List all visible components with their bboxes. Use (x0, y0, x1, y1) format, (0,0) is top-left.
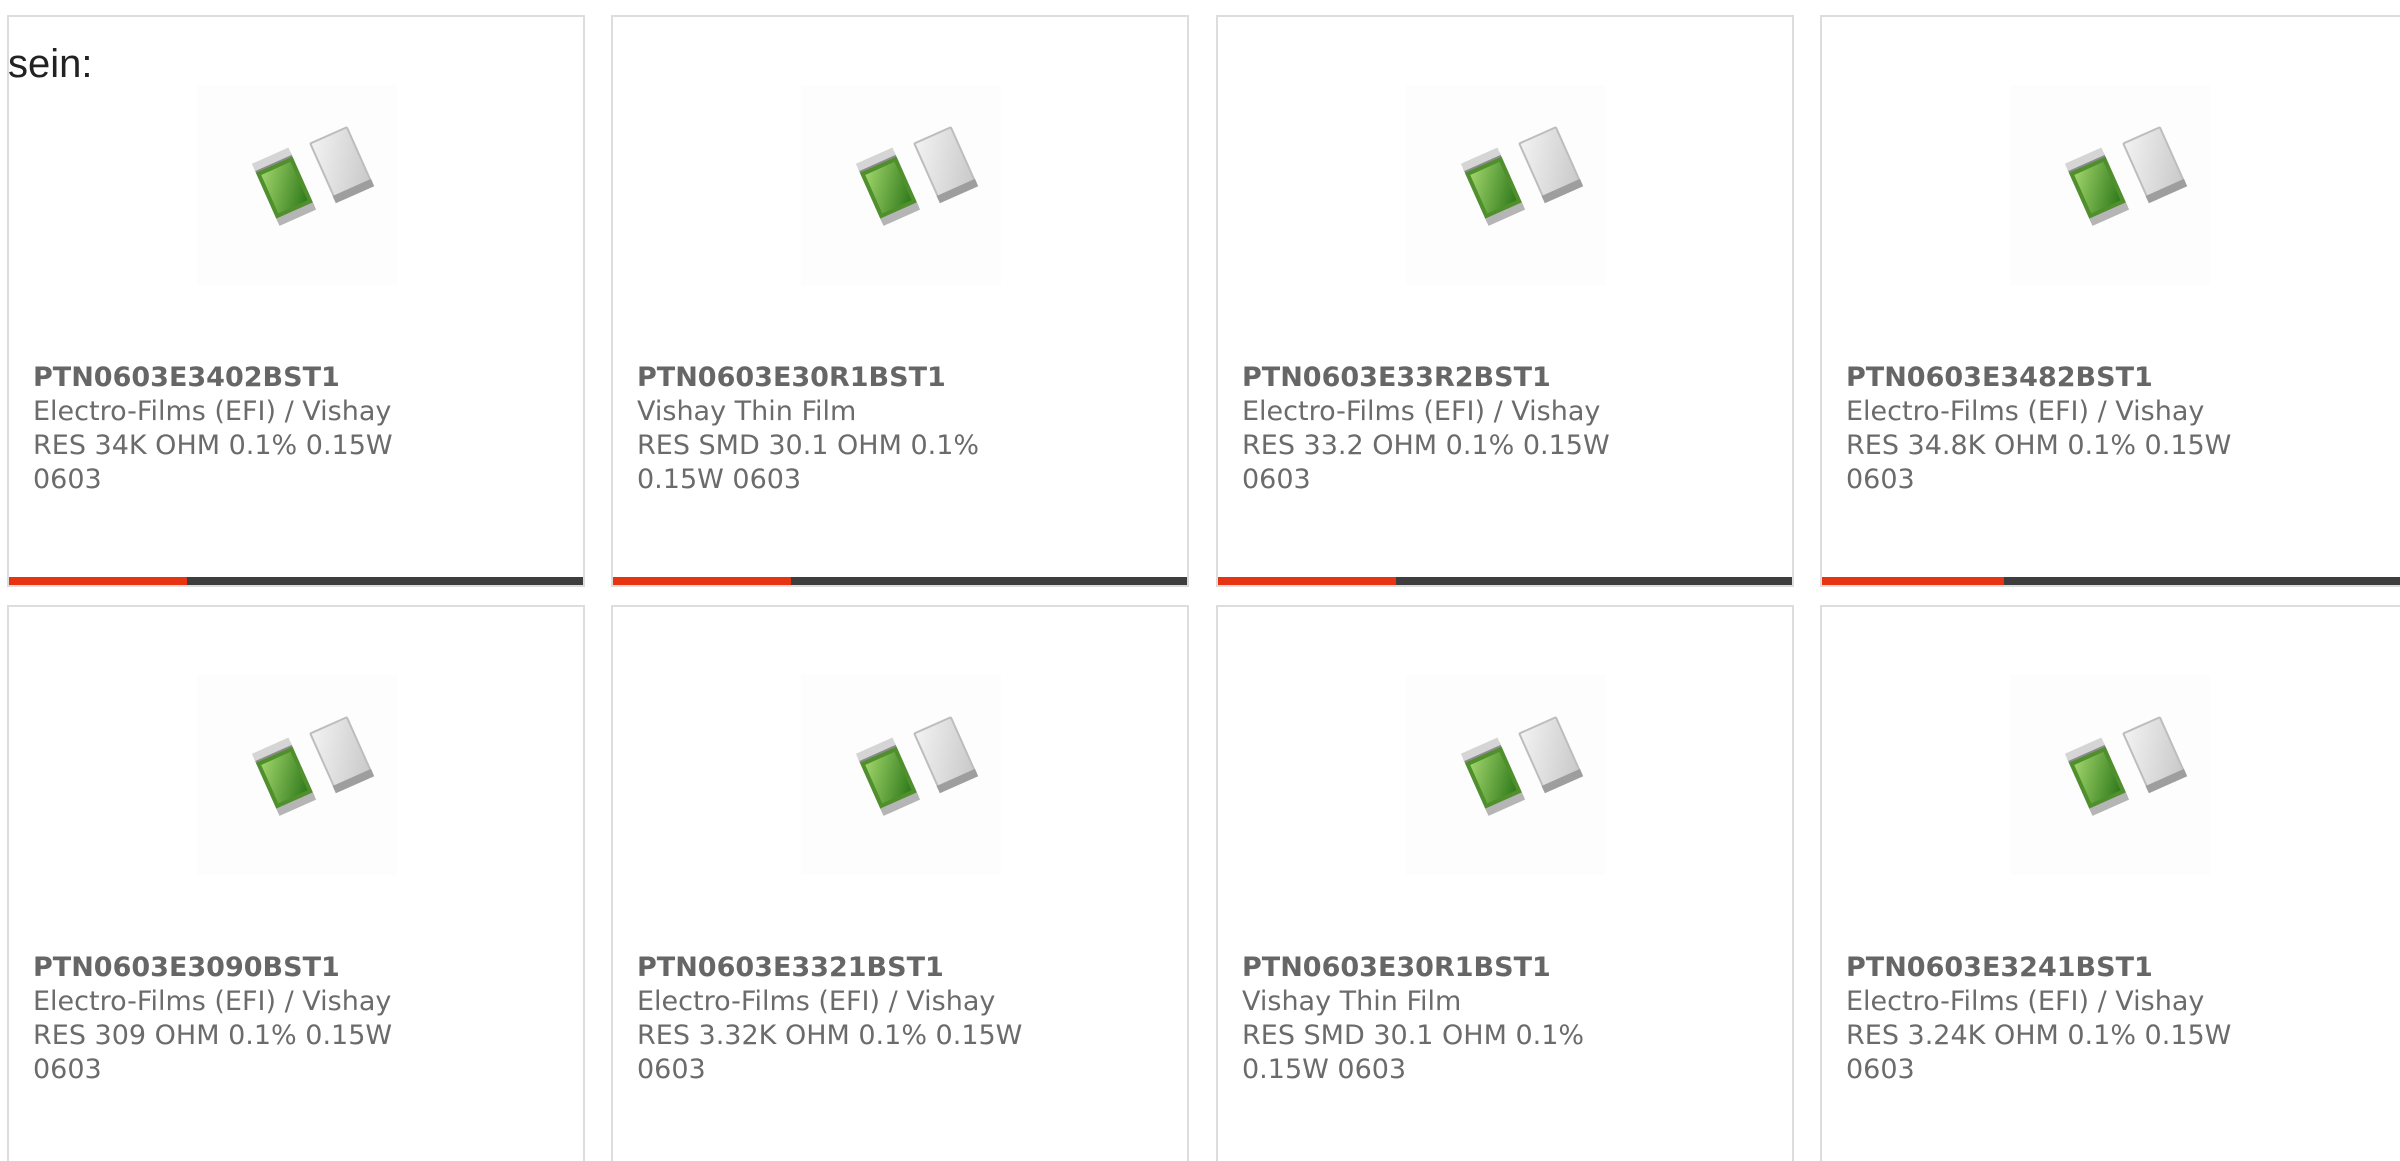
product-card[interactable]: PTN0603E3321BST1 Electro-Films (EFI) / V… (611, 605, 1189, 1161)
description-label: RES 3.24K OHM 0.1% 0.15W 0603 (1846, 1020, 2232, 1085)
product-info: PTN0603E3482BST1 Electro-Films (EFI) / V… (1846, 361, 2346, 497)
resistor-chip-icon[interactable] (801, 675, 1001, 875)
part-number-link[interactable]: PTN0603E33R2BST1 (1242, 361, 1742, 395)
product-grid-page: sein: PTN0603E3402BST1 Electro-Films (EF… (0, 0, 2400, 1161)
description-label: RES 33.2 OHM 0.1% 0.15W 0603 (1242, 430, 1610, 495)
product-card[interactable]: PTN0603E33R2BST1 Electro-Films (EFI) / V… (1216, 15, 1794, 587)
part-number-link[interactable]: PTN0603E3090BST1 (33, 951, 533, 985)
carousel-progress-fill (1822, 577, 2005, 585)
part-number-link[interactable]: PTN0603E3321BST1 (637, 951, 1137, 985)
manufacturer-label: Electro-Films (EFI) / Vishay (1242, 396, 1601, 427)
description-label: RES 34.8K OHM 0.1% 0.15W 0603 (1846, 430, 2232, 495)
resistor-chip-icon[interactable] (2010, 85, 2210, 285)
manufacturer-label: Electro-Films (EFI) / Vishay (637, 986, 996, 1017)
product-card[interactable]: PTN0603E3482BST1 Electro-Films (EFI) / V… (1820, 15, 2400, 587)
resistor-chip-icon[interactable] (2010, 675, 2210, 875)
product-info: PTN0603E30R1BST1 Vishay Thin Film RES SM… (1242, 951, 1742, 1087)
product-card[interactable]: PTN0603E3241BST1 Electro-Films (EFI) / V… (1820, 605, 2400, 1161)
carousel-progress-bar (613, 577, 1187, 585)
part-number-link[interactable]: PTN0603E3241BST1 (1846, 951, 2346, 985)
manufacturer-label: Electro-Films (EFI) / Vishay (1846, 396, 2205, 427)
carousel-progress-bar (9, 577, 583, 585)
product-info: PTN0603E30R1BST1 Vishay Thin Film RES SM… (637, 361, 1137, 497)
product-card[interactable]: PTN0603E3090BST1 Electro-Films (EFI) / V… (7, 605, 585, 1161)
resistor-chip-icon[interactable] (1406, 675, 1606, 875)
resistor-chip-icon[interactable] (197, 675, 397, 875)
resistor-chip-icon[interactable] (197, 85, 397, 285)
description-label: RES 3.32K OHM 0.1% 0.15W 0603 (637, 1020, 1023, 1085)
part-number-link[interactable]: PTN0603E3482BST1 (1846, 361, 2346, 395)
product-card[interactable]: PTN0603E30R1BST1 Vishay Thin Film RES SM… (611, 15, 1189, 587)
carousel-progress-bar (1822, 577, 2400, 585)
carousel-progress-bar (1218, 577, 1792, 585)
carousel-progress-fill (1218, 577, 1396, 585)
product-info: PTN0603E3090BST1 Electro-Films (EFI) / V… (33, 951, 533, 1087)
description-label: RES 309 OHM 0.1% 0.15W 0603 (33, 1020, 393, 1085)
part-number-link[interactable]: PTN0603E30R1BST1 (637, 361, 1137, 395)
manufacturer-label: Electro-Films (EFI) / Vishay (1846, 986, 2205, 1017)
resistor-chip-icon[interactable] (1406, 85, 1606, 285)
product-info: PTN0603E3402BST1 Electro-Films (EFI) / V… (33, 361, 533, 497)
manufacturer-label: Vishay Thin Film (1242, 986, 1462, 1017)
description-label: RES SMD 30.1 OHM 0.1% 0.15W 0603 (1242, 1020, 1585, 1085)
product-info: PTN0603E3241BST1 Electro-Films (EFI) / V… (1846, 951, 2346, 1087)
manufacturer-label: Electro-Films (EFI) / Vishay (33, 986, 392, 1017)
product-info: PTN0603E3321BST1 Electro-Films (EFI) / V… (637, 951, 1137, 1087)
manufacturer-label: Vishay Thin Film (637, 396, 857, 427)
intro-text: sein: (8, 42, 93, 86)
description-label: RES 34K OHM 0.1% 0.15W 0603 (33, 430, 393, 495)
description-label: RES SMD 30.1 OHM 0.1% 0.15W 0603 (637, 430, 980, 495)
part-number-link[interactable]: PTN0603E3402BST1 (33, 361, 533, 395)
carousel-progress-fill (613, 577, 791, 585)
product-card[interactable]: PTN0603E3402BST1 Electro-Films (EFI) / V… (7, 15, 585, 587)
part-number-link[interactable]: PTN0603E30R1BST1 (1242, 951, 1742, 985)
carousel-progress-fill (9, 577, 187, 585)
product-card[interactable]: PTN0603E30R1BST1 Vishay Thin Film RES SM… (1216, 605, 1794, 1161)
resistor-chip-icon[interactable] (801, 85, 1001, 285)
manufacturer-label: Electro-Films (EFI) / Vishay (33, 396, 392, 427)
product-info: PTN0603E33R2BST1 Electro-Films (EFI) / V… (1242, 361, 1742, 497)
